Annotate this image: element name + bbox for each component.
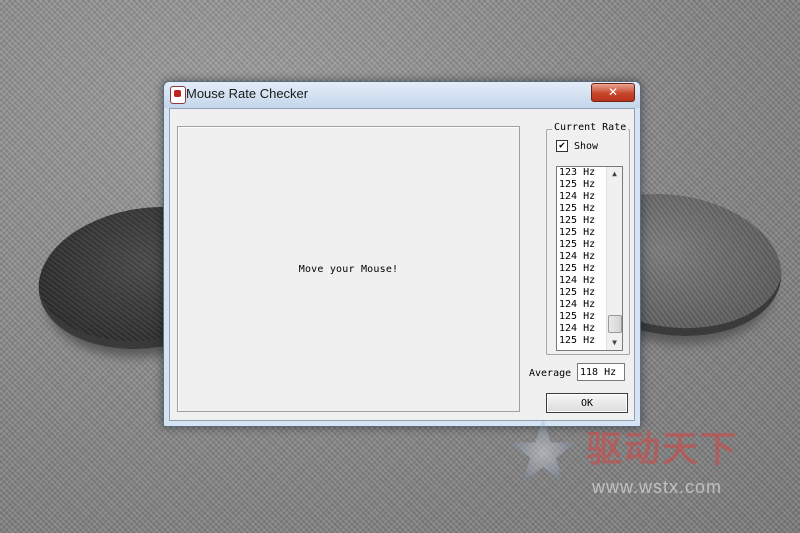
rate-list-item[interactable]: 124 Hz xyxy=(559,299,603,311)
rate-list-item[interactable]: 125 Hz xyxy=(559,215,603,227)
rate-listbox[interactable]: 123 Hz 125 Hz 124 Hz 125 Hz 125 Hz 125 Hz 125 … xyxy=(556,166,623,351)
scrollbar-thumb[interactable] xyxy=(608,315,622,333)
test-area-text: Move your Mouse! xyxy=(298,263,399,275)
mouse-test-area[interactable]: Move your Mouse! xyxy=(177,126,520,412)
scroll-up-arrow-icon[interactable]: ▲ xyxy=(607,167,622,181)
current-rate-label: Current Rate xyxy=(552,122,629,133)
title-bar[interactable]: Mouse Rate Checker ✕ xyxy=(164,82,640,108)
rate-list-scrollbar[interactable]: ▲ ▼ xyxy=(606,167,622,350)
current-rate-group: Current Rate ✔ Show 123 Hz 125 Hz 124 Hz 12… xyxy=(546,122,630,355)
close-button[interactable]: ✕ xyxy=(591,83,635,102)
show-checkbox[interactable]: ✔ xyxy=(556,140,568,152)
rate-list: 123 Hz 125 Hz 124 Hz 125 Hz 125 Hz 125 Hz 125 … xyxy=(559,167,603,347)
show-checkbox-row[interactable]: ✔ Show xyxy=(556,140,598,152)
show-label: Show xyxy=(574,140,599,152)
average-label: Average xyxy=(529,368,572,379)
watermark-url: www.wstx.com xyxy=(592,477,723,497)
close-icon: ✕ xyxy=(607,85,619,99)
window-title: Mouse Rate Checker xyxy=(186,86,309,101)
rate-list-item[interactable]: 125 Hz xyxy=(559,311,603,323)
rate-list-item[interactable]: 124 Hz xyxy=(559,323,603,335)
mouse-rate-checker-window: Mouse Rate Checker ✕ Move your Mouse! Cu… xyxy=(163,81,641,427)
rate-list-item[interactable]: 125 Hz xyxy=(559,179,603,191)
rate-list-item[interactable]: 124 Hz xyxy=(559,191,603,203)
ok-button[interactable]: OK xyxy=(546,393,628,413)
average-value-field: 118 Hz xyxy=(577,363,625,381)
rate-list-item[interactable]: 125 Hz xyxy=(559,287,603,299)
watermark-star-logo xyxy=(509,418,577,482)
app-icon xyxy=(170,86,186,104)
rate-list-item[interactable]: 124 Hz xyxy=(559,251,603,263)
rate-list-item[interactable]: 125 Hz xyxy=(559,227,603,239)
client-area: Move your Mouse! Current Rate ✔ Show 123… xyxy=(169,108,635,421)
rate-list-item[interactable]: 125 Hz xyxy=(559,263,603,275)
rate-list-item[interactable]: 123 Hz xyxy=(559,167,603,179)
rate-list-item[interactable]: 125 Hz xyxy=(559,335,603,347)
scroll-down-arrow-icon[interactable]: ▼ xyxy=(607,336,622,350)
rate-list-item[interactable]: 124 Hz xyxy=(559,275,603,287)
rate-list-item[interactable]: 125 Hz xyxy=(559,239,603,251)
watermark-logo-text: 驱动天下 xyxy=(586,429,739,470)
rate-list-item[interactable]: 125 Hz xyxy=(559,203,603,215)
